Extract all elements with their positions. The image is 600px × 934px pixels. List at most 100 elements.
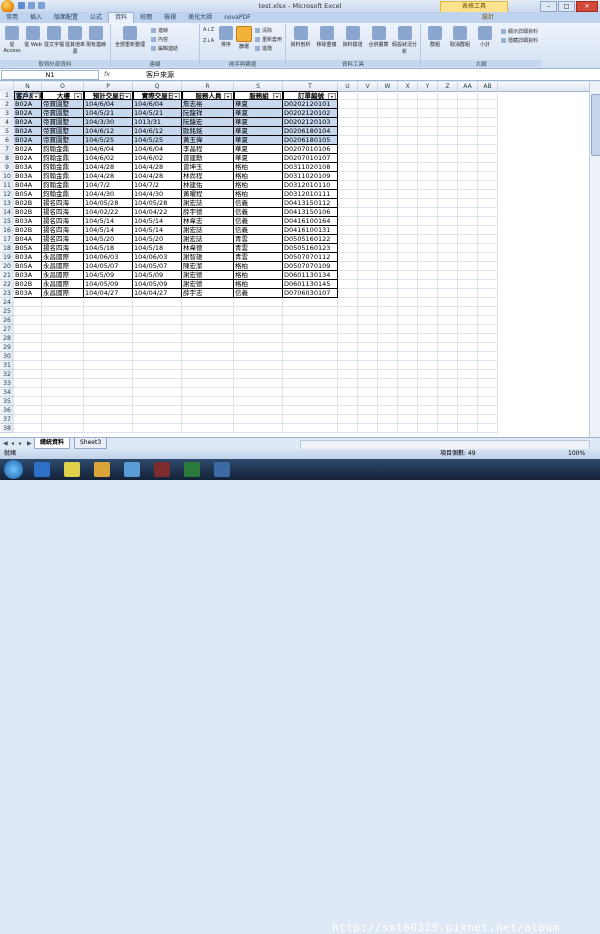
empty-cell[interactable] [438,136,458,145]
table-cell[interactable]: B02A [14,109,42,118]
empty-cell[interactable] [182,343,234,352]
row-header[interactable]: 20 [0,262,14,271]
empty-cell[interactable] [398,199,418,208]
select-all-corner[interactable] [0,82,14,91]
empty-cell[interactable] [418,415,438,424]
row-header[interactable]: 10 [0,172,14,181]
empty-cell[interactable] [418,352,438,361]
close-button[interactable]: ✕ [576,1,598,12]
empty-cell[interactable] [398,127,418,136]
empty-cell[interactable] [458,379,478,388]
empty-cell[interactable] [338,325,358,334]
empty-cell[interactable] [338,262,358,271]
empty-cell[interactable] [478,244,498,253]
empty-cell[interactable] [133,415,182,424]
empty-cell[interactable] [42,397,84,406]
empty-cell[interactable] [458,172,478,181]
tool-btns-button-4[interactable]: 假設狀況分析 [392,26,417,55]
table-cell[interactable]: 華夏 [234,154,283,163]
empty-cell[interactable] [378,379,398,388]
table-cell[interactable]: 104/6/04 [84,145,133,154]
empty-cell[interactable] [398,217,418,226]
table-cell[interactable]: 104/5/09 [133,271,182,280]
table-cell[interactable]: 青雲 [234,244,283,253]
formula-input[interactable]: 客戶來源 [146,70,174,80]
empty-cell[interactable] [133,316,182,325]
table-cell[interactable]: 鈞翰金鼎 [42,172,84,181]
word-taskbar-icon[interactable] [214,462,230,477]
empty-cell[interactable] [378,154,398,163]
row-header[interactable]: 22 [0,280,14,289]
empty-cell[interactable] [398,316,418,325]
filter-dropdown-icon[interactable]: ▾ [273,93,281,99]
empty-cell[interactable] [458,361,478,370]
table-cell[interactable]: B02A [14,136,42,145]
empty-cell[interactable] [42,307,84,316]
empty-cell[interactable] [478,109,498,118]
table-cell[interactable]: 104/5/21 [84,109,133,118]
table-cell[interactable]: B03A [14,163,42,172]
empty-cell[interactable] [398,253,418,262]
empty-cell[interactable] [378,208,398,217]
empty-cell[interactable] [358,109,378,118]
refresh-all-button[interactable]: 全部重新整理 [115,26,145,48]
table-cell[interactable]: B04A [14,235,42,244]
table-cell[interactable]: 華夏 [234,145,283,154]
table-cell[interactable]: 薛宇德 [182,208,234,217]
table-cell[interactable]: 信義 [234,289,283,298]
table-cell[interactable]: 鈞翰金鼎 [42,181,84,190]
empty-cell[interactable] [418,388,438,397]
empty-cell[interactable] [14,379,42,388]
table-cell[interactable]: B02B [14,208,42,217]
clear-button[interactable]: 清除 [255,27,272,34]
empty-cell[interactable] [378,334,398,343]
empty-cell[interactable] [358,154,378,163]
ext-btns-button-1[interactable]: 從 Web [23,26,43,48]
empty-cell[interactable] [478,316,498,325]
table-cell[interactable]: 帝寶園墅 [42,100,84,109]
empty-cell[interactable] [358,172,378,181]
table-cell[interactable]: 信義 [234,208,283,217]
empty-cell[interactable] [338,361,358,370]
tab-5[interactable]: 校閱 [134,13,158,23]
row-header[interactable]: 7 [0,145,14,154]
table-cell[interactable]: 信義 [234,226,283,235]
filter-button[interactable]: 篩選 [236,26,252,50]
table-cell[interactable]: 帝寶園墅 [42,136,84,145]
empty-cell[interactable] [338,307,358,316]
table-cell[interactable]: 謝智雄 [182,253,234,262]
empty-cell[interactable] [14,370,42,379]
table-cell[interactable]: 104/5/14 [133,217,182,226]
empty-cell[interactable] [358,199,378,208]
sheet-tab-sheet3[interactable]: Sheet3 [74,438,108,449]
empty-cell[interactable] [14,424,42,433]
empty-cell[interactable] [358,415,378,424]
row-header[interactable]: 2 [0,100,14,109]
empty-cell[interactable] [338,181,358,190]
empty-cell[interactable] [338,100,358,109]
empty-cell[interactable] [283,334,338,343]
empty-cell[interactable] [358,244,378,253]
empty-cell[interactable] [398,307,418,316]
empty-cell[interactable] [438,424,458,433]
table-cell[interactable]: 揚名四海 [42,217,84,226]
empty-cell[interactable] [358,424,378,433]
row-header[interactable]: 4 [0,118,14,127]
table-cell[interactable]: 鈞翰金鼎 [42,145,84,154]
empty-cell[interactable] [418,226,438,235]
sheet-tab-active[interactable]: 總統資料 [34,438,71,449]
table-cell[interactable]: 曾坤玉 [182,163,234,172]
empty-cell[interactable] [438,316,458,325]
empty-cell[interactable] [42,379,84,388]
empty-cell[interactable] [398,91,418,100]
empty-cell[interactable] [358,289,378,298]
empty-cell[interactable] [358,316,378,325]
empty-cell[interactable] [418,127,438,136]
empty-cell[interactable] [478,253,498,262]
empty-cell[interactable] [478,388,498,397]
empty-cell[interactable] [14,406,42,415]
table-cell[interactable]: 104/05/09 [133,280,182,289]
prev-sheet-arrow-icon[interactable]: ◂ [11,440,14,447]
empty-cell[interactable] [42,343,84,352]
empty-cell[interactable] [338,109,358,118]
